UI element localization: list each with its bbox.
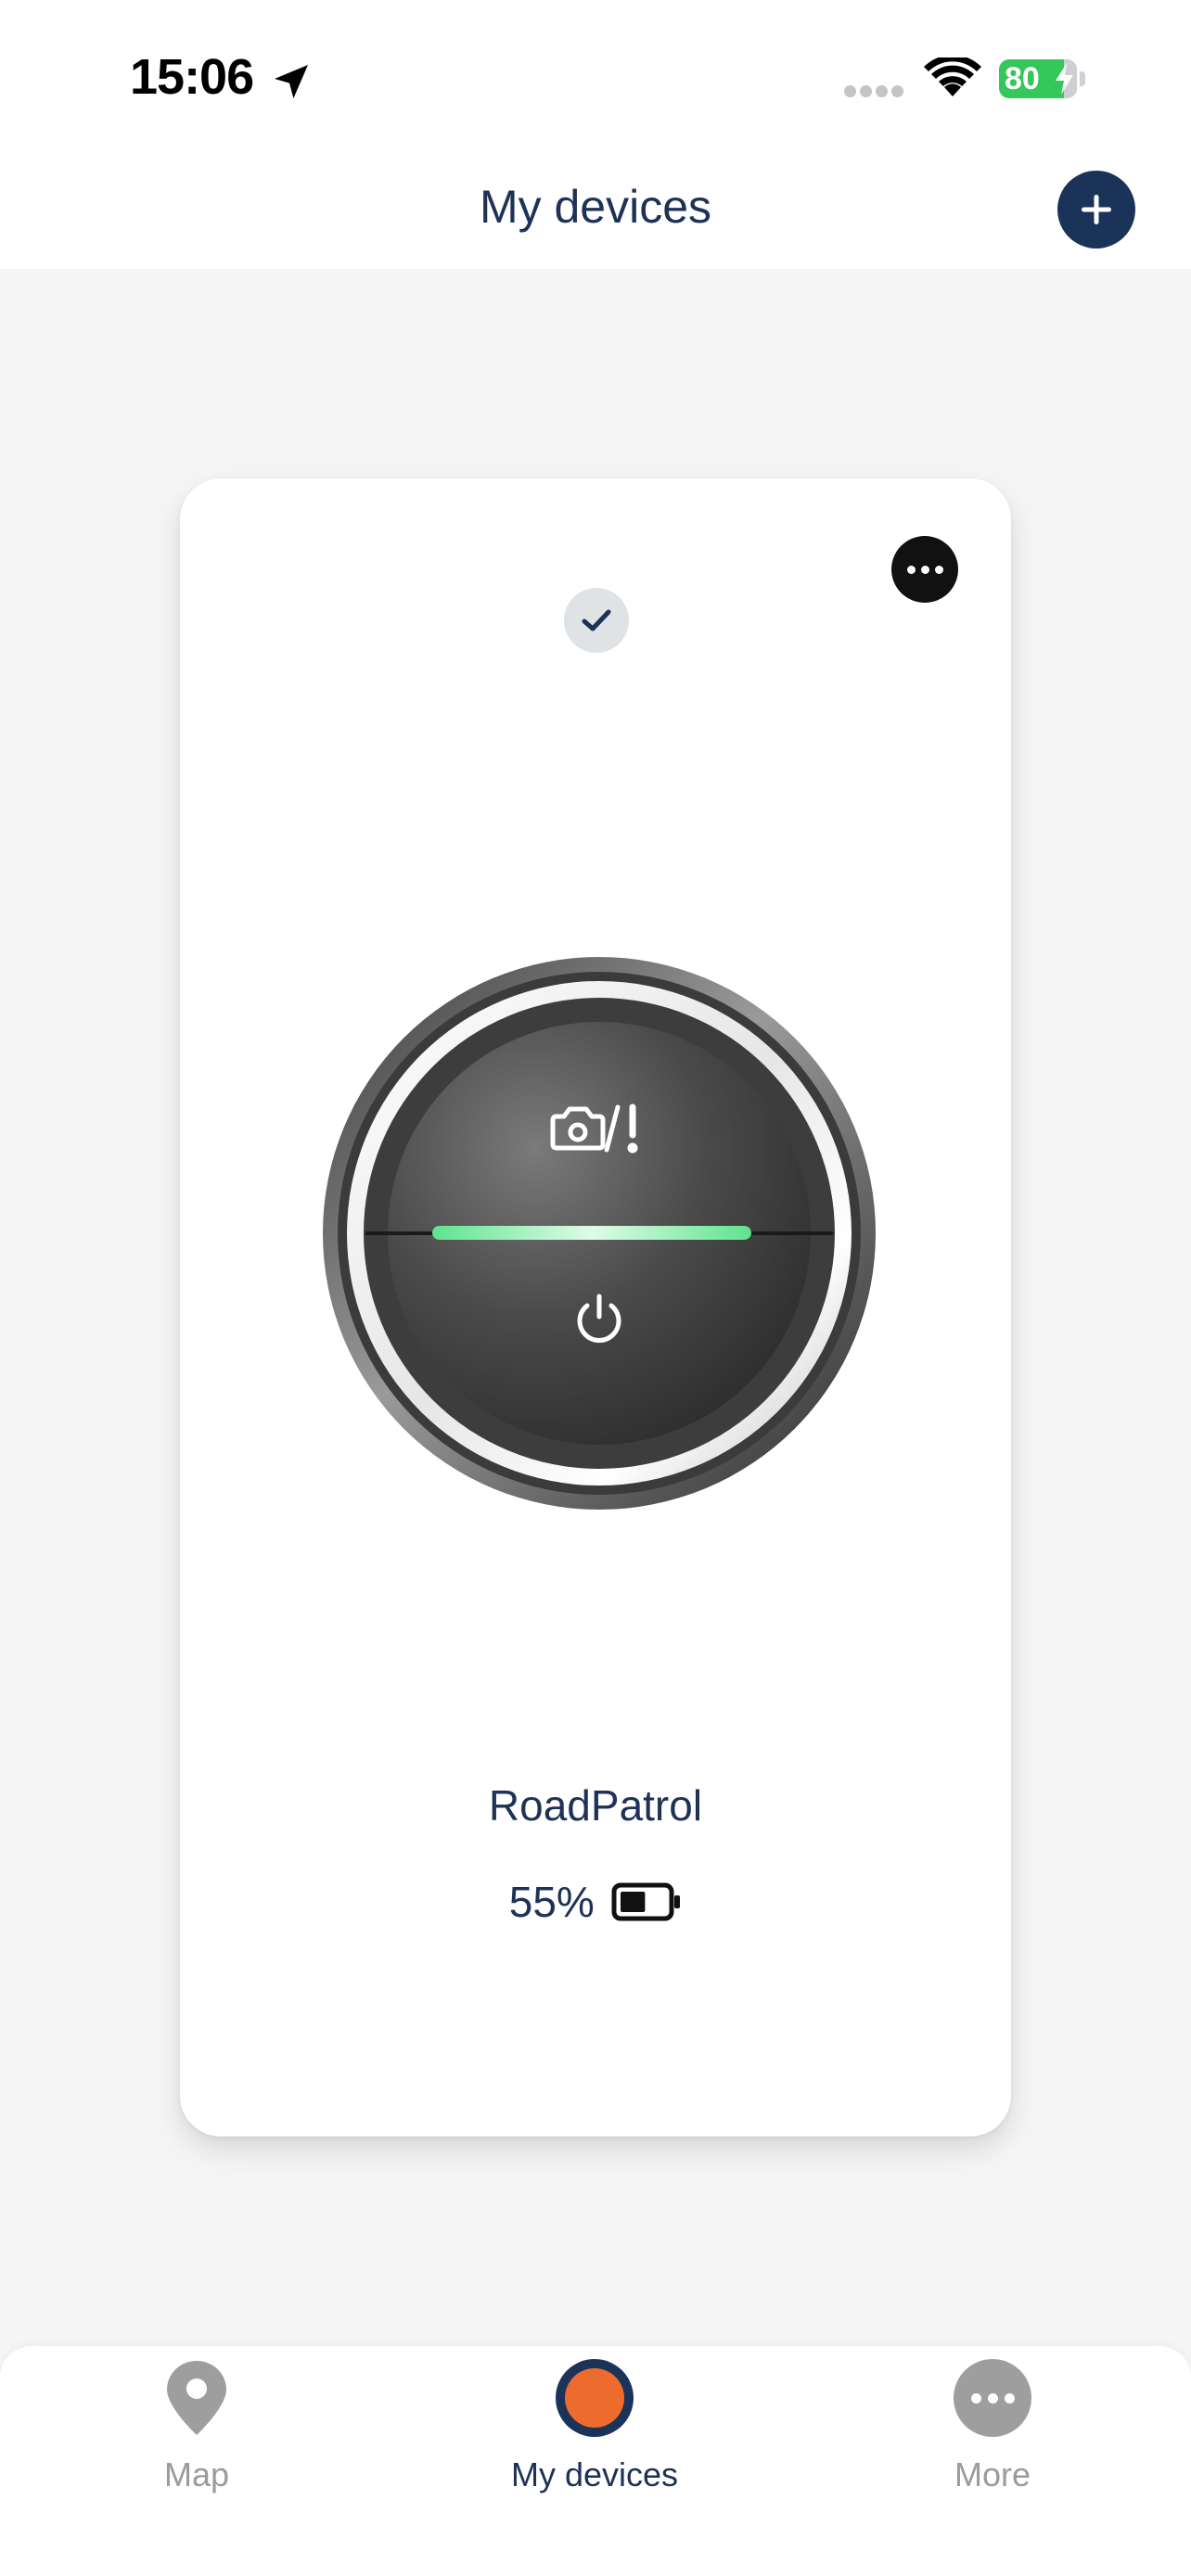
device-menu-button[interactable] <box>891 536 958 603</box>
nav-item-my-devices[interactable]: My devices <box>483 2346 706 2531</box>
check-icon <box>564 588 629 653</box>
nav-item-map[interactable]: Map <box>85 2346 308 2531</box>
nav-label-map: Map <box>163 2455 230 2493</box>
battery-icon <box>611 1882 681 1921</box>
more-dots-icon <box>954 2359 1031 2437</box>
header: My devices <box>0 148 1191 269</box>
wifi-icon <box>924 57 981 96</box>
status-time: 15:06 <box>130 49 254 105</box>
device-name: RoadPatrol <box>488 1781 703 1830</box>
device-image <box>323 957 876 1510</box>
device-battery-percent: 55% <box>508 1878 595 1926</box>
device-battery: 55% <box>180 1877 1011 1927</box>
battery-nub <box>1080 71 1085 86</box>
page-title: My devices <box>479 181 712 233</box>
signal-dots-icon <box>844 85 907 102</box>
device-dot-icon <box>556 2359 634 2437</box>
nav-item-more[interactable]: More <box>881 2346 1104 2531</box>
location-arrow-icon <box>275 65 308 98</box>
status-battery-percent: 80 <box>1005 61 1040 96</box>
battery-charging-icon: 80 <box>999 59 1077 98</box>
plus-icon <box>1082 195 1111 224</box>
nav-label-my-devices: My devices <box>510 2455 679 2493</box>
bottom-nav: Map My devices More <box>0 2346 1191 2576</box>
status-bar: 15:06 80 <box>0 0 1191 148</box>
add-device-button[interactable] <box>1057 171 1135 249</box>
nav-label-more: More <box>954 2455 1031 2493</box>
device-card[interactable]: RoadPatrol 55% <box>180 478 1011 2136</box>
map-pin-icon <box>167 2361 226 2435</box>
